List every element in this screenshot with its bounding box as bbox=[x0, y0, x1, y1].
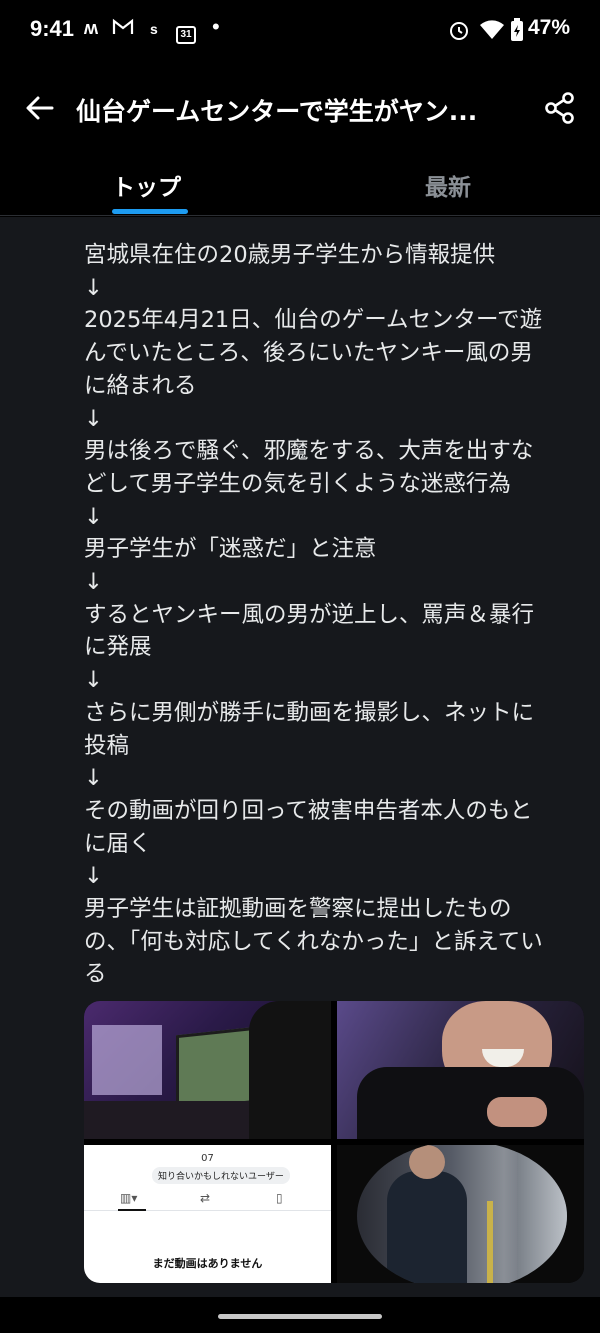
battery-icon bbox=[510, 18, 524, 47]
post-line: 投稿 bbox=[84, 732, 130, 759]
post-line: ↓ bbox=[84, 863, 103, 890]
post-line: 男子学生は証拠動画を警察に提出したもの bbox=[84, 896, 512, 923]
post-line: 宮城県在住の20歳男子学生から情報提供 bbox=[84, 242, 496, 268]
gmail-icon bbox=[112, 18, 134, 41]
screenshot-tabs: ▥▾ ⇄ ▯ bbox=[84, 1189, 331, 1211]
grid-icon: ▥▾ bbox=[120, 1191, 138, 1205]
post-line: するとヤンキー風の男が逆上し、罵声＆暴行 bbox=[84, 601, 535, 628]
gesture-bar bbox=[0, 1297, 600, 1333]
post-body: 宮城県在住の20歳男子学生から情報提供 ↓ 2025年4月21日、仙台のゲームセ… bbox=[84, 239, 584, 991]
person-silhouette bbox=[249, 1001, 331, 1139]
post-line: ↓ bbox=[84, 503, 103, 530]
post-line: んでいたところ、後ろにいたヤンキー風の男 bbox=[84, 340, 533, 367]
platform-line bbox=[487, 1201, 493, 1283]
app-bar: 仙台ゲームセンターで学生がヤン... bbox=[0, 64, 600, 154]
media-image-face[interactable] bbox=[337, 1001, 584, 1139]
back-button[interactable] bbox=[22, 90, 58, 126]
post-line: ↓ bbox=[84, 765, 103, 792]
home-handle[interactable] bbox=[218, 1314, 382, 1319]
calendar-icon: 31 bbox=[176, 21, 196, 44]
screenshot-tab-indicator bbox=[118, 1209, 146, 1211]
post-line: ↓ bbox=[84, 274, 103, 301]
shirt bbox=[357, 1067, 584, 1139]
post-line: に絡まれる bbox=[84, 372, 197, 399]
bookmark-icon: ▯ bbox=[276, 1191, 283, 1205]
post-line: ↓ bbox=[84, 667, 103, 694]
media-image-station[interactable] bbox=[337, 1145, 584, 1283]
media-grid: 07 知り合いかもしれないユーザー ▥▾ ⇄ ▯ まだ動画はありません bbox=[84, 1001, 584, 1283]
post-line: の、「何も対応してくれなかった」と訴えてい bbox=[84, 928, 543, 955]
post-content: 宮城県在住の20歳男子学生から情報提供 ↓ 2025年4月21日、仙台のゲームセ… bbox=[0, 217, 600, 1297]
media-image-screenshot[interactable]: 07 知り合いかもしれないユーザー ▥▾ ⇄ ▯ まだ動画はありません bbox=[84, 1145, 331, 1283]
post-line: 男子学生が「迷惑だ」と注意 bbox=[84, 536, 377, 563]
train bbox=[517, 1145, 567, 1283]
screenshot-empty-text: まだ動画はありません bbox=[152, 1257, 263, 1270]
repost-icon: ⇄ bbox=[200, 1191, 211, 1205]
calendar-day: 31 bbox=[176, 26, 196, 44]
status-bar: 9:41 ʍ s 31 • 47% bbox=[0, 0, 600, 64]
post-line: に発展 bbox=[84, 634, 152, 661]
arcade-screen bbox=[176, 1026, 256, 1112]
post-line: どして男子学生の気を引くような迷惑行為 bbox=[84, 470, 511, 497]
wifi-icon bbox=[480, 20, 504, 45]
hand bbox=[487, 1097, 547, 1127]
back-arrow-icon bbox=[26, 96, 54, 120]
media-image-arcade[interactable] bbox=[84, 1001, 331, 1139]
share-icon bbox=[545, 92, 574, 124]
dot-icon: • bbox=[212, 14, 220, 39]
post-line: ↓ bbox=[84, 569, 103, 596]
post-line: その動画が回り回って被害申告者本人のもと bbox=[84, 797, 533, 824]
post-line: 2025年4月21日、仙台のゲームセンターで遊 bbox=[84, 307, 543, 334]
tab-latest[interactable]: 最新 bbox=[425, 168, 471, 202]
alarm-icon bbox=[448, 19, 470, 46]
tab-active-indicator bbox=[112, 209, 188, 214]
hoodie-person bbox=[387, 1171, 467, 1283]
post-line: に届く bbox=[84, 830, 152, 857]
tab-top[interactable]: トップ bbox=[112, 168, 181, 202]
screenshot-chip: 知り合いかもしれないユーザー bbox=[152, 1167, 290, 1184]
post-line: さらに男側が勝手に動画を撮影し、ネットに bbox=[84, 699, 535, 726]
post-line: 男は後ろで騒ぐ、邪魔をする、大声を出すな bbox=[84, 438, 534, 465]
post-line: る bbox=[84, 961, 107, 988]
page-title: 仙台ゲームセンターで学生がヤン... bbox=[76, 97, 478, 126]
battery-percent: 47% bbox=[527, 16, 570, 39]
m-icon: ʍ bbox=[84, 18, 99, 38]
tab-bar: トップ 最新 bbox=[0, 154, 600, 216]
s-icon: s bbox=[150, 21, 158, 37]
share-button[interactable] bbox=[542, 90, 578, 126]
screenshot-number: 07 bbox=[201, 1153, 214, 1164]
post-line: ↓ bbox=[84, 405, 103, 432]
circular-frame bbox=[357, 1145, 567, 1283]
status-time: 9:41 bbox=[30, 16, 75, 41]
arcade-control-panel bbox=[84, 1101, 254, 1139]
arcade-screen-left bbox=[92, 1025, 162, 1095]
person-head bbox=[409, 1145, 445, 1179]
